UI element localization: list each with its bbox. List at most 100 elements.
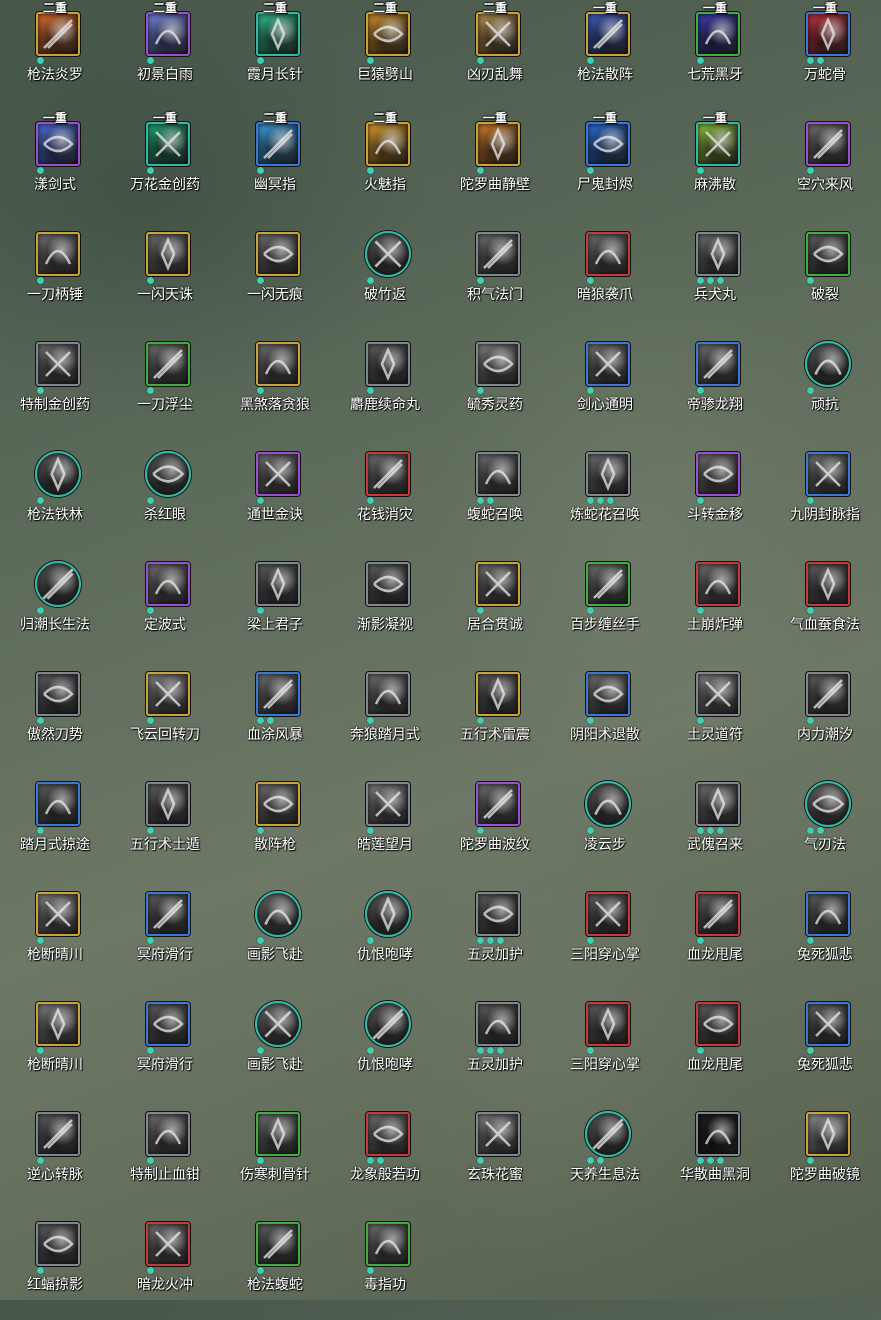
skill-icon[interactable] bbox=[586, 1002, 630, 1046]
skill-icon[interactable] bbox=[696, 782, 740, 826]
skill-slot[interactable]: 枪法蝮蛇 bbox=[220, 1210, 330, 1320]
skill-icon[interactable] bbox=[806, 452, 850, 496]
skill-slot[interactable]: 剑心通明 bbox=[550, 330, 660, 440]
skill-slot[interactable]: 暗狼袭爪 bbox=[550, 220, 660, 330]
skill-icon[interactable] bbox=[476, 782, 520, 826]
skill-slot[interactable]: 五行术土遁 bbox=[110, 770, 220, 880]
skill-slot[interactable]: 二重 火魅指 bbox=[330, 110, 440, 220]
skill-slot[interactable]: 散阵枪 bbox=[220, 770, 330, 880]
skill-icon[interactable] bbox=[476, 122, 520, 166]
skill-icon[interactable] bbox=[366, 562, 410, 606]
skill-slot[interactable]: 破裂 bbox=[770, 220, 880, 330]
skill-slot[interactable]: 兔死狐悲 bbox=[770, 990, 880, 1100]
skill-slot[interactable]: 龙象般若功 bbox=[330, 1100, 440, 1210]
skill-icon[interactable] bbox=[256, 782, 300, 826]
skill-icon[interactable] bbox=[256, 1112, 300, 1156]
skill-icon[interactable] bbox=[365, 231, 411, 277]
skill-slot[interactable]: 仇恨咆哮 bbox=[330, 880, 440, 990]
skill-slot[interactable]: 血涂风暴 bbox=[220, 660, 330, 770]
skill-icon[interactable] bbox=[146, 1222, 190, 1266]
skill-slot[interactable]: 飞云回转刀 bbox=[110, 660, 220, 770]
skill-slot[interactable]: 特制止血钳 bbox=[110, 1100, 220, 1210]
skill-icon[interactable] bbox=[36, 1222, 80, 1266]
skill-icon[interactable] bbox=[366, 672, 410, 716]
skill-slot[interactable]: 红蝠掠影 bbox=[0, 1210, 110, 1320]
skill-icon[interactable] bbox=[146, 562, 190, 606]
skill-icon[interactable] bbox=[146, 1002, 190, 1046]
skill-icon[interactable] bbox=[255, 891, 301, 937]
skill-slot[interactable]: 冥府滑行 bbox=[110, 880, 220, 990]
skill-icon[interactable] bbox=[365, 1001, 411, 1047]
skill-slot[interactable]: 三阳穿心掌 bbox=[550, 880, 660, 990]
skill-slot[interactable]: 五行术雷震 bbox=[440, 660, 550, 770]
skill-slot[interactable]: 土崩炸弹 bbox=[660, 550, 770, 660]
skill-slot[interactable]: 一重 麻沸散 bbox=[660, 110, 770, 220]
skill-icon[interactable] bbox=[146, 12, 190, 56]
skill-icon[interactable] bbox=[806, 232, 850, 276]
skill-icon[interactable] bbox=[146, 672, 190, 716]
skill-icon[interactable] bbox=[256, 452, 300, 496]
skill-icon[interactable] bbox=[696, 892, 740, 936]
skill-icon[interactable] bbox=[366, 342, 410, 386]
skill-icon[interactable] bbox=[145, 451, 191, 497]
skill-icon[interactable] bbox=[586, 232, 630, 276]
skill-icon[interactable] bbox=[35, 451, 81, 497]
skill-slot[interactable]: 二重 霞月长针 bbox=[220, 0, 330, 110]
skill-slot[interactable]: 二重 凶刃乱舞 bbox=[440, 0, 550, 110]
skill-icon[interactable] bbox=[806, 672, 850, 716]
skill-icon[interactable] bbox=[476, 892, 520, 936]
skill-icon[interactable] bbox=[476, 1112, 520, 1156]
skill-slot[interactable]: 花钱消灾 bbox=[330, 440, 440, 550]
skill-slot[interactable]: 枪断晴川 bbox=[0, 880, 110, 990]
skill-slot[interactable]: 九阴封脉指 bbox=[770, 440, 880, 550]
skill-slot[interactable]: 内力潮汐 bbox=[770, 660, 880, 770]
skill-icon[interactable] bbox=[476, 232, 520, 276]
skill-slot[interactable]: 梁上君子 bbox=[220, 550, 330, 660]
skill-icon[interactable] bbox=[366, 1112, 410, 1156]
skill-slot[interactable]: 定波式 bbox=[110, 550, 220, 660]
skill-slot[interactable]: 炼蛇花召唤 bbox=[550, 440, 660, 550]
skill-icon[interactable] bbox=[476, 342, 520, 386]
skill-slot[interactable]: 特制金创药 bbox=[0, 330, 110, 440]
skill-icon[interactable] bbox=[806, 1002, 850, 1046]
skill-slot[interactable]: 破竹返 bbox=[330, 220, 440, 330]
skill-icon[interactable] bbox=[146, 122, 190, 166]
skill-icon[interactable] bbox=[256, 672, 300, 716]
skill-icon[interactable] bbox=[256, 232, 300, 276]
skill-icon[interactable] bbox=[805, 341, 851, 387]
skill-icon[interactable] bbox=[256, 562, 300, 606]
skill-slot[interactable]: 暗龙火冲 bbox=[110, 1210, 220, 1320]
skill-icon[interactable] bbox=[36, 122, 80, 166]
skill-slot[interactable]: 斗转金移 bbox=[660, 440, 770, 550]
skill-icon[interactable] bbox=[476, 672, 520, 716]
skill-icon[interactable] bbox=[586, 122, 630, 166]
skill-slot[interactable]: 一重 万花金创药 bbox=[110, 110, 220, 220]
skill-slot[interactable]: 毓秀灵药 bbox=[440, 330, 550, 440]
skill-icon[interactable] bbox=[696, 452, 740, 496]
skill-slot[interactable]: 一重 七荒黑牙 bbox=[660, 0, 770, 110]
skill-slot[interactable]: 积气法门 bbox=[440, 220, 550, 330]
skill-icon[interactable] bbox=[146, 342, 190, 386]
skill-slot[interactable]: 气血蚕食法 bbox=[770, 550, 880, 660]
skill-icon[interactable] bbox=[256, 122, 300, 166]
skill-icon[interactable] bbox=[36, 1112, 80, 1156]
skill-slot[interactable]: 一重 漾剑式 bbox=[0, 110, 110, 220]
skill-slot[interactable]: 杀红眼 bbox=[110, 440, 220, 550]
skill-slot[interactable]: 通世金诀 bbox=[220, 440, 330, 550]
skill-icon[interactable] bbox=[366, 452, 410, 496]
skill-icon[interactable] bbox=[365, 891, 411, 937]
skill-icon[interactable] bbox=[806, 562, 850, 606]
skill-icon[interactable] bbox=[696, 1112, 740, 1156]
skill-icon[interactable] bbox=[585, 781, 631, 827]
skill-slot[interactable]: 居合贯诚 bbox=[440, 550, 550, 660]
skill-slot[interactable]: 兵犬丸 bbox=[660, 220, 770, 330]
skill-icon[interactable] bbox=[696, 672, 740, 716]
skill-slot[interactable]: 画影飞赴 bbox=[220, 880, 330, 990]
skill-slot[interactable]: 皓莲望月 bbox=[330, 770, 440, 880]
skill-icon[interactable] bbox=[255, 1001, 301, 1047]
skill-icon[interactable] bbox=[586, 452, 630, 496]
skill-slot[interactable]: 一重 万蛇骨 bbox=[770, 0, 880, 110]
skill-icon[interactable] bbox=[35, 561, 81, 607]
skill-icon[interactable] bbox=[366, 12, 410, 56]
skill-icon[interactable] bbox=[256, 12, 300, 56]
